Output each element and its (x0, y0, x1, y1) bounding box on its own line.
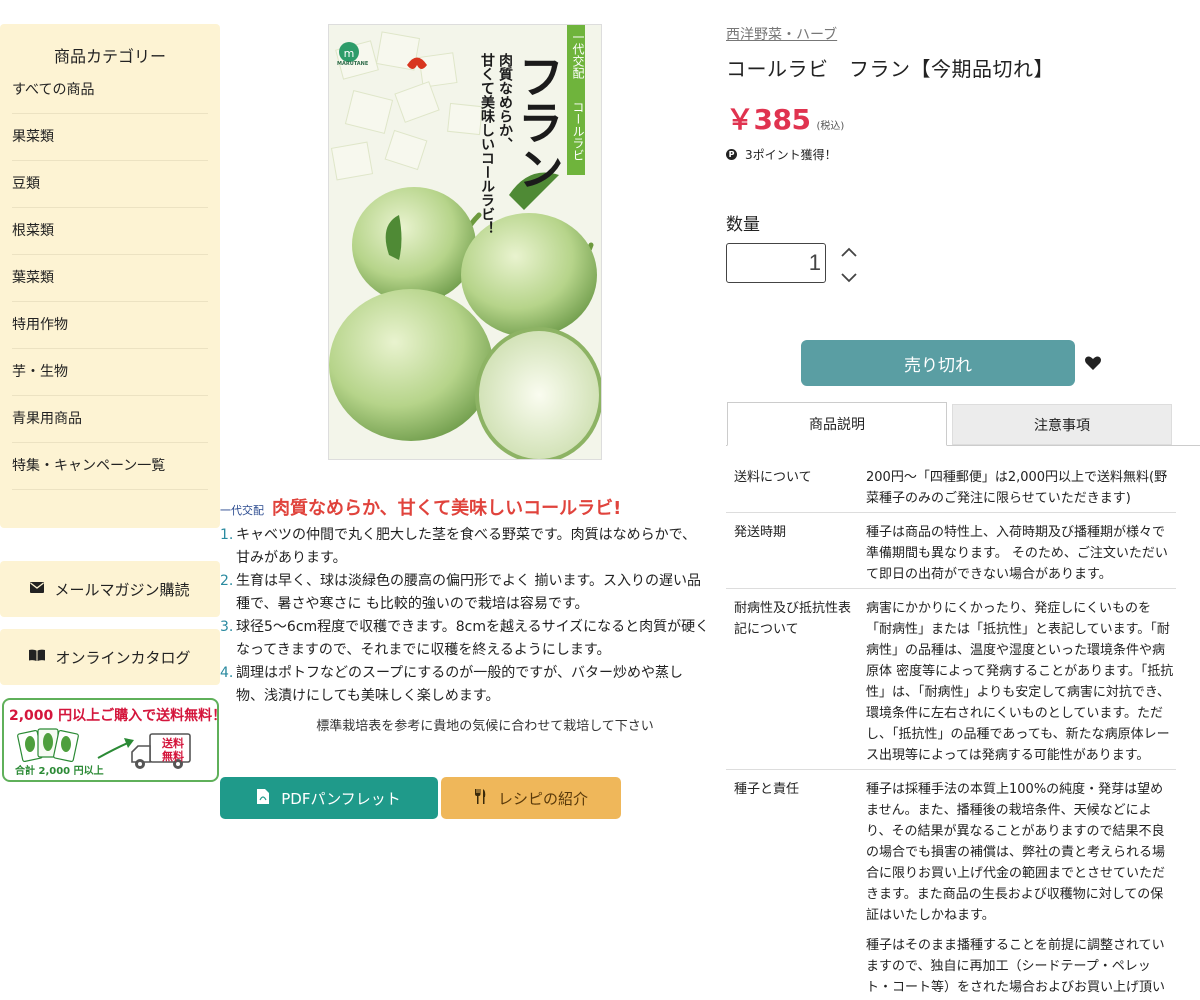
pdf-pamphlet-label: PDFパンフレット (281, 789, 401, 808)
cultivation-note: 標準栽培表を参考に貴地の気候に合わせて栽培して下さい (316, 719, 654, 734)
packet-copy-1: 肉質なめらか、 (497, 53, 513, 151)
feature-text: 生育は早く、球は淡緑色の腰高の偏円形でよく 揃います。ス入りの遅い品種で、暑さや… (236, 573, 702, 612)
pdf-pamphlet-button[interactable]: PDFパンフレット (220, 777, 438, 819)
spec-value: 200円〜「四種郵便」は2,000円以上で送料無料(野菜種子のみのご発注に限らせ… (866, 458, 1176, 513)
quantity-label: 数量 (726, 215, 760, 235)
category-item-produce[interactable]: 青果用商品 (12, 396, 208, 443)
product-image[interactable]: m MARUTANE 一代交配 コールラビ フラン 肉質なめらか、 甘くて美味し… (328, 24, 602, 460)
online-catalog-button[interactable]: オンラインカタログ (0, 629, 220, 685)
packet-variety-label: コールラビ (571, 101, 585, 161)
utensils-icon (474, 788, 486, 808)
spec-key: 耐病性及び抵抗性表記について (734, 601, 852, 637)
quantity-input[interactable] (726, 243, 826, 283)
spec-text: 種子は採種手法の本質上100%の純度・発芽は望めません。また、播種後の栽培条件、… (866, 782, 1166, 923)
product-info: 西洋野菜・ハーブ コールラビ フラン【今期品切れ】 ￥385 (税込) P 3ポ… (726, 24, 1200, 163)
feature-text: 調理はポトフなどのスープにするのが一般的ですが、バター炒めや蒸し物、浅漬けにして… (236, 665, 684, 704)
file-pdf-icon (257, 788, 270, 808)
truck-text-2: 無料 (162, 750, 184, 763)
points-text: 3ポイント獲得！ (745, 148, 837, 162)
detail-tabs: 商品説明 注意事項 (726, 402, 1200, 446)
breadcrumb[interactable]: 西洋野菜・ハーブ (726, 24, 1200, 44)
banner-bottom-text: 合計 2,000 円以上 (15, 766, 104, 777)
price: ￥385 (726, 103, 811, 136)
packet-brand: MARUTANE (337, 61, 369, 67)
packet-title: フラン (511, 53, 565, 191)
feature-text: キャベツの仲間で丸く肥大した茎を食べる野菜です。肉質はなめらかで、甘みがあります… (236, 527, 697, 566)
hybrid-tag: 一代交配 (220, 504, 264, 517)
online-catalog-label: オンラインカタログ (55, 648, 191, 667)
svg-text:m: m (344, 47, 355, 60)
chevron-up-icon[interactable] (838, 244, 860, 262)
feature-text: 球径5〜6cm程度で収穫できます。8cmを越えるサイズになると肉質が硬くなってき… (236, 619, 710, 658)
sold-out-button[interactable]: 売り切れ (801, 340, 1075, 386)
category-item-leaf-vegetables[interactable]: 葉菜類 (12, 255, 208, 302)
feature-number: 2. (220, 573, 234, 589)
spec-key: 種子と責任 (734, 782, 800, 797)
category-item-special-crops[interactable]: 特用作物 (12, 302, 208, 349)
price-row: ￥385 (税込) (726, 98, 1200, 138)
chevron-down-icon[interactable] (838, 268, 860, 286)
points-icon: P (726, 149, 737, 160)
table-row: 送料について 200円〜「四種郵便」は2,000円以上で送料無料(野菜種子のみの… (726, 458, 1176, 513)
feature-number: 1. (220, 527, 234, 543)
category-item-tubers[interactable]: 芋・生物 (12, 349, 208, 396)
spec-value: 病害にかかりにくかったり、発症しにくいものを「耐病性」または「抵抗性」と表記して… (866, 589, 1176, 770)
packet-copy-2: 甘くて美味しいコールラビ！ (479, 53, 495, 235)
spec-value: 種子は採種手法の本質上100%の純度・発芽は望めません。また、播種後の栽培条件、… (866, 770, 1176, 1000)
spec-key: 送料について (734, 470, 812, 485)
category-sidebar: 商品カテゴリー すべての商品 果菜類 豆類 根菜類 葉菜類 特用作物 芋・生物 … (0, 24, 220, 528)
category-item-fruit-vegetables[interactable]: 果菜類 (12, 114, 208, 161)
feature-list: 1. キャベツの仲間で丸く肥大した茎を食べる野菜です。肉質はなめらかで、甘みがあり… (220, 524, 710, 708)
table-row: 耐病性及び抵抗性表記について 病害にかかりにくかったり、発症しにくいものを「耐病… (726, 589, 1176, 770)
product-title: コールラビ フラン【今期品切れ】 (726, 57, 1054, 81)
category-item-campaigns[interactable]: 特集・キャンペーン一覧 (12, 443, 208, 490)
book-open-icon (29, 649, 46, 665)
table-row: 発送時期 種子は商品の特性上、入荷時期及び播種期が様々で準備期間も異なります。 … (726, 513, 1176, 589)
recipe-button[interactable]: レシピの紹介 (441, 777, 621, 819)
category-list: すべての商品 果菜類 豆類 根菜類 葉菜類 特用作物 芋・生物 青果用商品 特集… (0, 67, 220, 490)
table-row: 種子と責任 種子は採種手法の本質上100%の純度・発芽は望めません。また、播種後… (726, 770, 1176, 1000)
free-shipping-banner[interactable]: 2,000 円以上ご購入で送料無料！ 送料 無料 合計 2,000 円以上 (2, 698, 219, 782)
tax-label: (税込) (816, 121, 845, 132)
feature-item: 2. 生育は早く、球は淡緑色の腰高の偏円形でよく 揃います。ス入りの遅い品種で、暑… (220, 570, 710, 616)
spec-table: 送料について 200円〜「四種郵便」は2,000円以上で送料無料(野菜種子のみの… (726, 458, 1176, 1000)
feature-item: 4. 調理はポトフなどのスープにするのが一般的ですが、バター炒めや蒸し物、浅漬けに… (220, 662, 710, 708)
tab-product-description[interactable]: 商品説明 (727, 402, 947, 446)
feature-number: 3. (220, 619, 234, 635)
points-info: P 3ポイント獲得！ (726, 146, 1200, 163)
tab-notes[interactable]: 注意事項 (952, 404, 1172, 445)
heart-icon[interactable] (1084, 354, 1102, 372)
spec-key: 発送時期 (734, 525, 787, 540)
packet-hybrid-label: 一代交配 (571, 31, 585, 79)
banner-headline: 2,000 円以上ご購入で送料無料！ (9, 705, 219, 725)
feature-item: 1. キャベツの仲間で丸く肥大した茎を食べる野菜です。肉質はなめらかで、甘みがあり… (220, 524, 710, 570)
category-item-beans[interactable]: 豆類 (12, 161, 208, 208)
feature-item: 3. 球径5〜6cm程度で収穫できます。8cmを越えるサイズになると肉質が硬くなっ… (220, 616, 710, 662)
product-description: 一代交配 肉質なめらか、甘くて美味しいコールラビ! 1. キャベツの仲間で丸く肥大し… (220, 494, 710, 734)
spec-text: 200円〜「四種郵便」は2,000円以上で送料無料(野菜種子のみのご発注に限らせ… (866, 470, 1168, 506)
category-title: 商品カテゴリー (53, 47, 166, 66)
newsletter-label: メールマガジン購読 (54, 580, 190, 599)
recipe-label: レシピの紹介 (497, 789, 588, 808)
description-headline: 一代交配 肉質なめらか、甘くて美味しいコールラビ! (220, 494, 710, 520)
feature-number: 4. (220, 665, 234, 681)
spec-text: 種子は商品の特性上、入荷時期及び播種期が様々で準備期間も異なります。 そのため、… (866, 525, 1168, 582)
spec-text: 病害にかかりにくかったり、発症しにくいものを「耐病性」または「抵抗性」と表記して… (866, 601, 1174, 763)
newsletter-button[interactable]: メールマガジン購読 (0, 561, 220, 617)
banner-text: 以上ご購入で送料無料！ (72, 708, 219, 724)
spec-value: 種子は商品の特性上、入荷時期及び播種期が様々で準備期間も異なります。 そのため、… (866, 513, 1176, 589)
headline-text: 肉質なめらか、甘くて美味しいコールラビ! (272, 498, 622, 519)
spec-text: 種子はそのまま播種することを前提に調整されていますので、独自に再加工（シードテー… (866, 938, 1166, 995)
banner-amount: 2,000 円 (9, 708, 73, 724)
category-item-root-vegetables[interactable]: 根菜類 (12, 208, 208, 255)
category-item-all[interactable]: すべての商品 (12, 67, 208, 114)
envelope-icon (30, 581, 45, 597)
